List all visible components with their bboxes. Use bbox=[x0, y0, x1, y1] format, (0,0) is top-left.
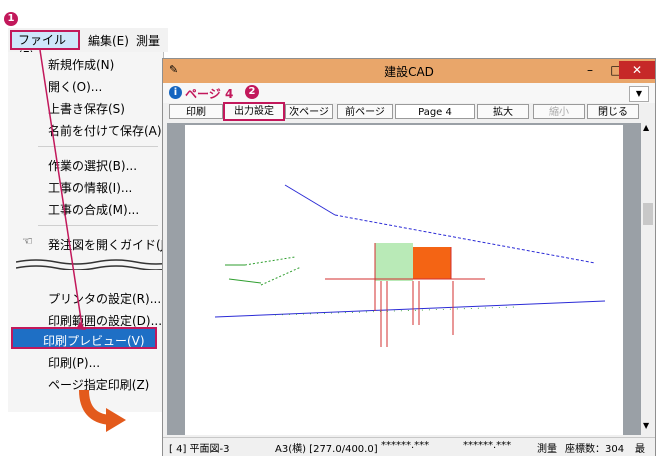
next-page-button[interactable]: 次ページ bbox=[285, 104, 333, 119]
drawing-line bbox=[214, 300, 606, 318]
status-coord-x: ******.*** bbox=[381, 440, 430, 451]
status-bar: [ 4] 平面図-3 A3(横) [277.0/400.0] ******.**… bbox=[163, 437, 655, 456]
status-last: 最 bbox=[635, 444, 645, 455]
status-mode: 測量 bbox=[537, 444, 557, 455]
cad-window: ✎ 建設CAD – □ ✕ i ページ 4 2 ▼ 印刷 出力設定 次ページ 前… bbox=[162, 58, 656, 456]
prev-page-button[interactable]: 前ページ bbox=[337, 104, 393, 119]
page-indicator: Page 4 bbox=[395, 104, 475, 119]
info-icon: i bbox=[169, 86, 182, 99]
curved-arrow-icon bbox=[79, 389, 126, 432]
page-label: ページ 4 bbox=[185, 87, 234, 101]
drawing-line bbox=[274, 306, 516, 316]
preview-canvas bbox=[167, 123, 641, 435]
scroll-down-icon[interactable]: ▼ bbox=[643, 421, 649, 430]
scroll-thumb[interactable] bbox=[643, 203, 653, 225]
drawing-line bbox=[260, 266, 302, 286]
status-coord-y: ******.*** bbox=[463, 440, 512, 451]
drawing-area bbox=[413, 247, 451, 279]
drawing-line bbox=[334, 214, 596, 264]
status-point-count: 座標数：304 bbox=[565, 444, 625, 455]
drawing-line bbox=[228, 278, 262, 284]
dropdown-arrow-icon[interactable]: ▼ bbox=[629, 86, 649, 102]
zoom-in-button[interactable]: 拡大 bbox=[477, 104, 529, 119]
preview-page bbox=[185, 125, 623, 435]
status-paper: A3(横) [277.0/400.0] bbox=[275, 444, 378, 455]
status-drawing: [ 4] 平面図-3 bbox=[169, 444, 230, 455]
step-badge-2: 2 bbox=[245, 85, 259, 99]
drawing-line bbox=[244, 256, 296, 266]
drawing-line bbox=[284, 184, 336, 216]
preview-toolbar: 印刷 出力設定 次ページ 前ページ Page 4 拡大 縮小 閉じる bbox=[163, 102, 655, 121]
close-window-button[interactable]: ✕ bbox=[619, 61, 655, 79]
drawing-area bbox=[375, 243, 413, 281]
output-settings-button[interactable]: 出力設定 bbox=[223, 102, 285, 121]
vertical-scrollbar[interactable]: ▲ ▼ bbox=[641, 123, 655, 435]
title-bar: ✎ 建設CAD – □ ✕ bbox=[163, 59, 655, 83]
page-bar: i ページ 4 2 ▼ bbox=[163, 83, 655, 103]
print-button[interactable]: 印刷 bbox=[169, 104, 223, 119]
scroll-up-icon[interactable]: ▲ bbox=[643, 123, 649, 132]
close-preview-button[interactable]: 閉じる bbox=[587, 104, 639, 119]
minimize-button[interactable]: – bbox=[577, 61, 603, 79]
zoom-out-button[interactable]: 縮小 bbox=[533, 104, 585, 119]
drawing-preview bbox=[214, 184, 606, 347]
